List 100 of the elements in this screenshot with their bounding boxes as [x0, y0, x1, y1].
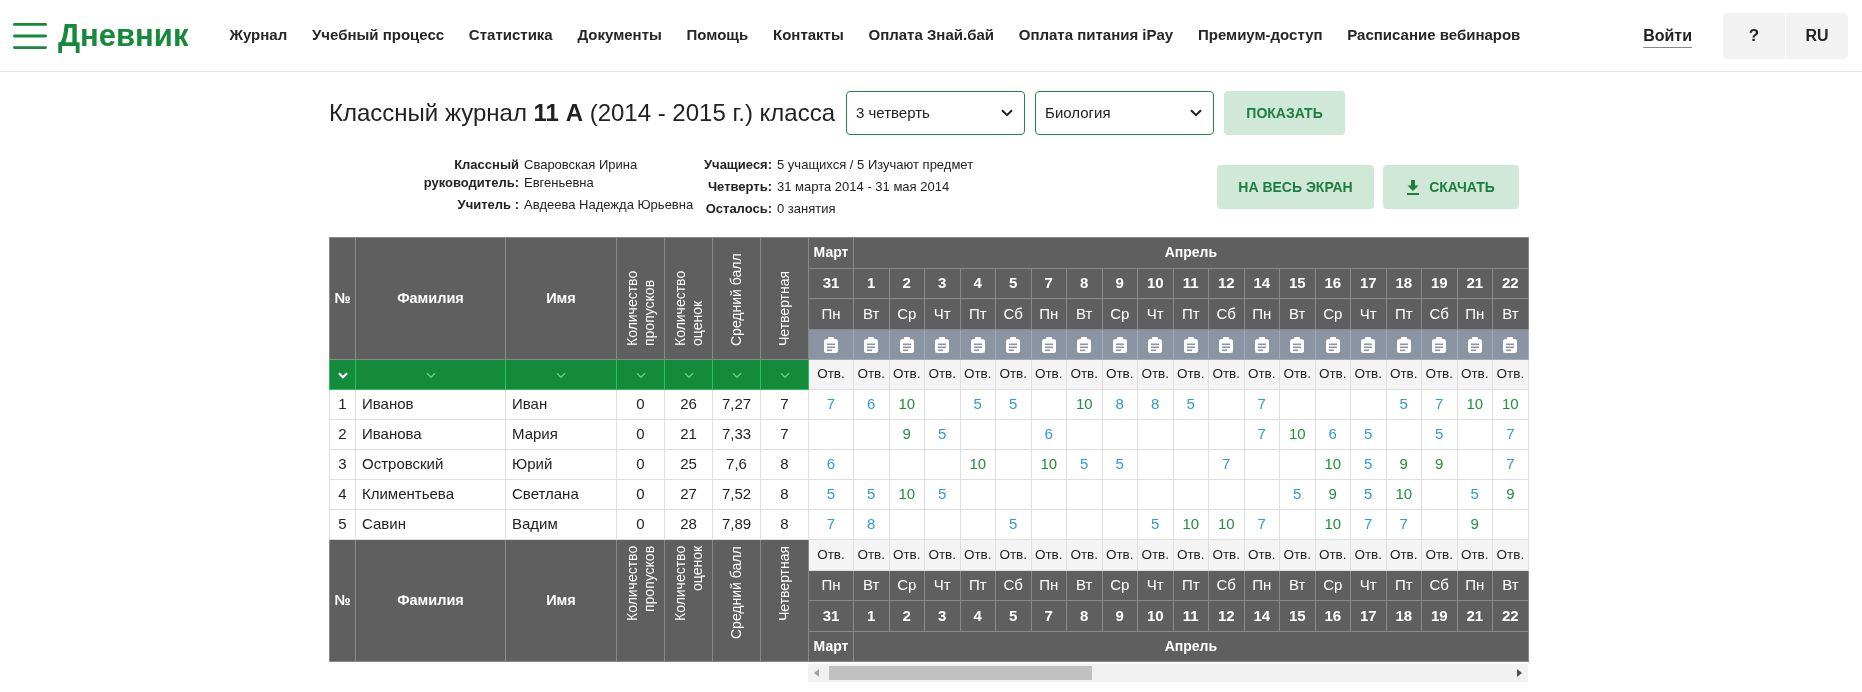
first-name-cell: Юрий [505, 449, 617, 480]
nav-link[interactable]: Статистика [468, 24, 553, 47]
grade-count-cell: 21 [664, 419, 713, 450]
grade-cell: 5 [1350, 479, 1386, 510]
grade-cell: 7 [1492, 449, 1529, 480]
nav-link[interactable]: Премиум-доступ [1197, 24, 1323, 47]
field-value: 0 занятия [777, 200, 837, 218]
nav-link[interactable]: Оплата Знай.бай [868, 24, 994, 47]
subject-dropdown[interactable]: Биология [1035, 91, 1215, 135]
month-header: Март [808, 237, 854, 268]
average-cell: 7,33 [712, 419, 761, 450]
grade-cell: 5 [1386, 389, 1422, 420]
first-name-cell: Мария [505, 419, 617, 450]
clipboard-icon[interactable] [1006, 337, 1021, 353]
nav-link[interactable]: Оплата питания iPay [1018, 24, 1174, 47]
row-number: 1 [329, 389, 356, 420]
grade-cell: 10 [1315, 449, 1351, 480]
clipboard-icon[interactable] [1148, 337, 1163, 353]
quarter-dropdown[interactable]: 3 четверть [846, 91, 1026, 135]
fullscreen-button[interactable]: НА ВЕСЬ ЭКРАН [1217, 165, 1374, 209]
language-button[interactable]: RU [1786, 12, 1848, 59]
nav-link[interactable]: Расписание вебинаров [1347, 24, 1521, 47]
grade-cell: 9 [1492, 479, 1529, 510]
grade-cell: 5 [1137, 509, 1173, 540]
grade-cell: 9 [889, 419, 925, 450]
average-cell: 7,6 [712, 449, 761, 480]
clipboard-icon[interactable] [864, 337, 879, 353]
clipboard-icon[interactable] [1219, 337, 1234, 353]
column-header: Четвертная [760, 237, 809, 360]
field-label: Учитель : [457, 196, 519, 214]
show-button[interactable]: ПОКАЗАТЬ [1224, 91, 1346, 135]
grade-cell: 6 [1315, 419, 1351, 450]
clipboard-icon[interactable] [1041, 337, 1056, 353]
field-label: Учащиеся: [704, 156, 773, 174]
first-name-cell: Иван [505, 389, 617, 420]
nav-link[interactable]: Контакты [773, 24, 844, 47]
grade-cell: 6 [1031, 419, 1067, 450]
grade-cell: 7 [1421, 389, 1457, 420]
clipboard-icon[interactable] [1396, 337, 1411, 353]
column-header: № [329, 539, 356, 662]
column-header: Количество пропусков [616, 539, 665, 662]
nav-link[interactable]: Документы [577, 24, 662, 47]
quarter-grade-cell: 8 [760, 479, 809, 510]
clipboard-icon[interactable] [1361, 337, 1376, 353]
scroll-right-icon[interactable] [1517, 669, 1522, 677]
clipboard-icon[interactable] [1467, 337, 1482, 353]
average-cell: 7,89 [712, 509, 761, 540]
grade-cell: 9 [1315, 479, 1351, 510]
clipboard-icon[interactable] [1432, 337, 1447, 353]
clipboard-icon[interactable] [1254, 337, 1269, 353]
download-button[interactable]: СКАЧАТЬ [1383, 165, 1519, 209]
chevron-down-icon[interactable] [779, 371, 790, 379]
clipboard-icon[interactable] [899, 337, 914, 353]
help-button[interactable]: ? [1723, 12, 1785, 59]
clipboard-icon[interactable] [1325, 337, 1340, 353]
clipboard-icon[interactable] [1112, 337, 1127, 353]
clipboard-icon[interactable] [1503, 337, 1518, 353]
login-link[interactable]: Войти [1643, 23, 1692, 48]
clipboard-icon[interactable] [1077, 337, 1092, 353]
grade-cell: 10 [889, 389, 925, 420]
grade-cell: 6 [853, 389, 889, 420]
row-number: 4 [329, 479, 356, 510]
nav-link[interactable]: Помощь [686, 24, 749, 47]
chevron-down-icon[interactable] [731, 371, 742, 379]
scrollbar-thumb[interactable] [829, 666, 1092, 680]
nav-link[interactable]: Учебный процесс [311, 24, 445, 47]
grade-count-cell: 28 [664, 509, 713, 540]
nav-link[interactable]: Журнал [229, 24, 288, 47]
field-label: Четверть: [707, 178, 773, 196]
surname-cell: Островский [355, 449, 506, 480]
chevron-down-icon[interactable] [556, 371, 566, 379]
grade-cell: 8 [853, 509, 889, 540]
column-header: № [329, 237, 356, 360]
grade-cell: 10 [1208, 509, 1244, 540]
grade-cell: 10 [1173, 509, 1209, 540]
chevron-down-icon[interactable] [683, 371, 694, 379]
menu-icon[interactable] [13, 22, 47, 49]
grade-cell: 5 [1279, 479, 1315, 510]
grade-cell: 5 [1421, 419, 1457, 450]
field-value: 31 марта 2014 - 31 мая 2014 [777, 178, 951, 196]
clipboard-icon[interactable] [935, 337, 950, 353]
chevron-down-icon[interactable] [425, 371, 436, 379]
grade-cell: 5 [1102, 449, 1138, 480]
grade-cell: 9 [1457, 509, 1493, 540]
clipboard-icon[interactable] [970, 337, 985, 353]
first-name-cell: Вадим [505, 509, 617, 540]
clipboard-icon[interactable] [1290, 337, 1305, 353]
grade-cell: 7 [808, 509, 854, 540]
surname-cell: Климентьева [355, 479, 506, 510]
grade-count-cell: 26 [664, 389, 713, 420]
scroll-left-icon[interactable] [814, 669, 819, 677]
chevron-down-icon[interactable] [635, 371, 646, 379]
field-value: 5 учащихся / 5 Изучают предмет [777, 156, 974, 174]
logo[interactable]: Дневник [58, 20, 189, 51]
average-cell: 7,52 [712, 479, 761, 510]
clipboard-icon[interactable] [824, 337, 838, 353]
quarter-grade-cell: 8 [760, 449, 809, 480]
scrollbar-track[interactable] [808, 664, 1528, 682]
grade-cell: 5 [1173, 389, 1209, 420]
clipboard-icon[interactable] [1183, 337, 1198, 353]
